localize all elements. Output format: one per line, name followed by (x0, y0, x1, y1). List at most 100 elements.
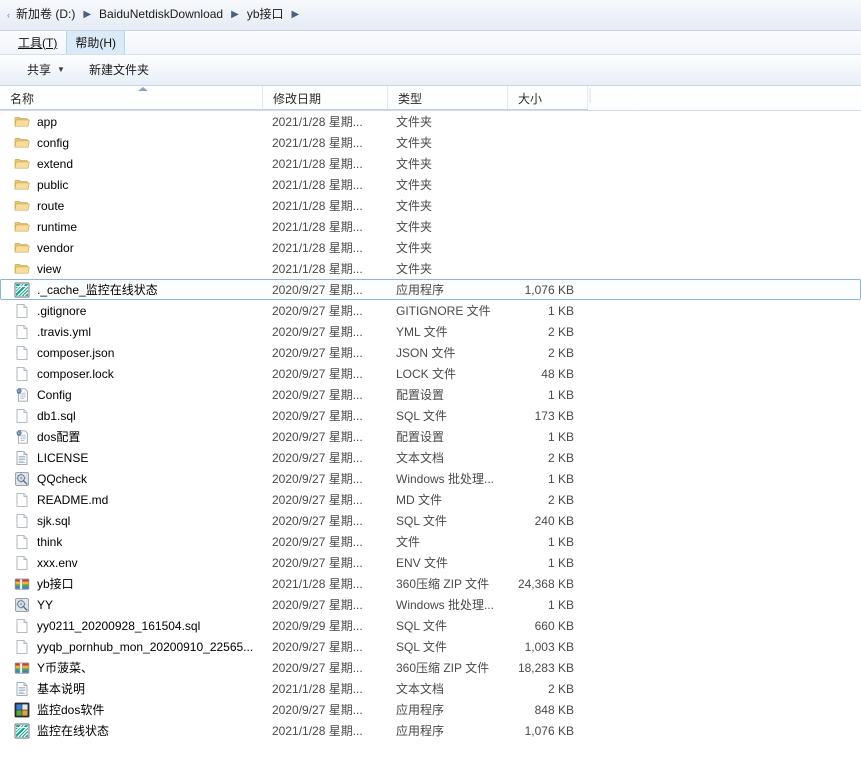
menu-item-help[interactable]: 帮助(H) (66, 31, 125, 54)
file-row[interactable]: extend2021/1/28 星期...文件夹 (0, 153, 861, 174)
file-size-cell (508, 153, 580, 174)
file-date-modified-cell: 2020/9/27 星期... (272, 699, 388, 720)
file-type-cell: 文件夹 (396, 258, 508, 279)
file-row[interactable]: dos配置2020/9/27 星期...配置设置1 KB (0, 426, 861, 447)
file-row[interactable]: composer.lock2020/9/27 星期...LOCK 文件48 KB (0, 363, 861, 384)
file-name-label: QQcheck (37, 472, 87, 486)
breadcrumb-item-baidunetdiskdownload[interactable]: BaiduNetdiskDownload (94, 5, 228, 25)
file-name-cell[interactable]: sjk.sql (0, 510, 263, 531)
file-name-cell[interactable]: dos配置 (0, 426, 263, 447)
file-row[interactable]: think2020/9/27 星期...文件1 KB (0, 531, 861, 552)
file-name-cell[interactable]: Y币菠菜、 (0, 657, 263, 678)
file-date-modified-cell: 2020/9/27 星期... (272, 657, 388, 678)
file-type-cell: 文件夹 (396, 153, 508, 174)
file-name-cell[interactable]: ._cache_监控在线状态 (0, 280, 263, 299)
file-row[interactable]: route2021/1/28 星期...文件夹 (0, 195, 861, 216)
file-row[interactable]: view 2021/1/28 星期... 文件夹 (0, 258, 861, 279)
new-folder-button[interactable]: 新建文件夹 (82, 60, 156, 81)
file-name-cell[interactable]: 监控dos软件 (0, 699, 263, 720)
file-name-cell[interactable]: .travis.yml (0, 321, 263, 342)
file-name-cell[interactable]: YY (0, 594, 263, 615)
file-row[interactable]: 监控在线状态2021/1/28 星期...应用程序1,076 KB (0, 720, 861, 741)
file-name-cell[interactable]: yb接口 (0, 573, 263, 594)
file-row[interactable]: YY2020/9/27 星期...Windows 批处理...1 KB (0, 594, 861, 615)
file-name-cell[interactable]: vendor (0, 237, 263, 258)
menu-item-tools[interactable]: 工具(T) (9, 31, 66, 54)
app-teal-icon (14, 282, 30, 298)
file-size-cell (508, 258, 580, 279)
file-name-cell[interactable]: 监控在线状态 (0, 720, 263, 741)
file-name-cell[interactable]: think (0, 531, 263, 552)
file-name-cell[interactable]: composer.lock (0, 363, 263, 384)
file-type-cell: SQL 文件 (396, 405, 508, 426)
breadcrumb-chevron-right-icon-3[interactable]: ▶ (289, 8, 303, 22)
column-header-name[interactable]: 名称 (0, 86, 263, 110)
file-row[interactable]: sjk.sql2020/9/27 星期...SQL 文件240 KB (0, 510, 861, 531)
file-row[interactable]: yy0211_20200928_161504.sql2020/9/29 星期..… (0, 615, 861, 636)
file-row[interactable]: xxx.env2020/9/27 星期...ENV 文件1 KB (0, 552, 861, 573)
file-size-cell: 2 KB (508, 447, 580, 468)
file-date-modified-cell: 2021/1/28 星期... (272, 573, 388, 594)
file-row[interactable]: vendor2021/1/28 星期...文件夹 (0, 237, 861, 258)
address-bar[interactable]: ‹ 新加卷 (D:) ▶ BaiduNetdiskDownload ▶ yb接口… (0, 0, 861, 31)
file-name-cell[interactable]: Config (0, 384, 263, 405)
file-date-modified-cell: 2021/1/28 星期... (272, 258, 388, 279)
breadcrumb-overflow-chevron-icon[interactable]: ‹ (1, 11, 10, 20)
file-row[interactable]: config2021/1/28 星期...文件夹 (0, 132, 861, 153)
file-type-cell: 应用程序 (396, 280, 508, 299)
file-name-label: README.md (37, 493, 108, 507)
file-name-cell[interactable]: yyqb_pornhub_mon_20200910_22565... (0, 636, 263, 657)
file-name-cell[interactable]: xxx.env (0, 552, 263, 573)
explorer-window: ‹ 新加卷 (D:) ▶ BaiduNetdiskDownload ▶ yb接口… (0, 0, 861, 770)
file-type-cell: SQL 文件 (396, 510, 508, 531)
share-button[interactable]: 共享 ▼ (20, 60, 72, 81)
file-name-cell[interactable]: LICENSE (0, 447, 263, 468)
file-row[interactable]: .gitignore2020/9/27 星期...GITIGNORE 文件1 K… (0, 300, 861, 321)
file-name-cell[interactable]: runtime (0, 216, 263, 237)
file-name-cell[interactable]: 基本说明 (0, 678, 263, 699)
file-row[interactable]: yyqb_pornhub_mon_20200910_22565...2020/9… (0, 636, 861, 657)
file-name-cell[interactable]: QQcheck (0, 468, 263, 489)
file-row[interactable]: Y币菠菜、2020/9/27 星期...360压缩 ZIP 文件18,283 K… (0, 657, 861, 678)
file-name-cell[interactable]: route (0, 195, 263, 216)
breadcrumb-chevron-right-icon-1[interactable]: ▶ (80, 8, 94, 22)
file-list[interactable]: app2021/1/28 星期...文件夹config2021/1/28 星期.… (0, 111, 861, 741)
column-header-size[interactable]: 大小 (508, 86, 588, 110)
file-row[interactable]: yb接口2021/1/28 星期...360压缩 ZIP 文件24,368 KB (0, 573, 861, 594)
file-row[interactable]: runtime2021/1/28 星期...文件夹 (0, 216, 861, 237)
file-name-cell[interactable]: yy0211_20200928_161504.sql (0, 615, 263, 636)
file-date-modified-cell: 2020/9/27 星期... (272, 300, 388, 321)
breadcrumb-chevron-right-icon-2[interactable]: ▶ (228, 8, 242, 22)
file-name-cell[interactable]: config (0, 132, 263, 153)
file-name-cell[interactable]: composer.json (0, 342, 263, 363)
file-row[interactable]: README.md2020/9/27 星期...MD 文件2 KB (0, 489, 861, 510)
column-header-date-modified[interactable]: 修改日期 (263, 86, 388, 110)
file-name-label: xxx.env (37, 556, 78, 570)
file-name-cell[interactable]: view (0, 258, 263, 279)
file-name-cell[interactable]: public (0, 174, 263, 195)
breadcrumb-item-drive[interactable]: 新加卷 (D:) (11, 5, 80, 25)
file-row[interactable]: LICENSE2020/9/27 星期...文本文档2 KB (0, 447, 861, 468)
text-document-icon (14, 450, 30, 466)
file-type-cell: GITIGNORE 文件 (396, 300, 508, 321)
file-type-cell: MD 文件 (396, 489, 508, 510)
file-name-label: public (37, 178, 68, 192)
file-date-modified-cell: 2020/9/27 星期... (272, 342, 388, 363)
file-row-selected[interactable]: ._cache_监控在线状态2020/9/27 星期...应用程序1,076 K… (0, 279, 861, 300)
file-name-cell[interactable]: README.md (0, 489, 263, 510)
breadcrumb-item-current-folder[interactable]: yb接口 (242, 5, 289, 25)
file-name-cell[interactable]: db1.sql (0, 405, 263, 426)
file-row[interactable]: public2021/1/28 星期...文件夹 (0, 174, 861, 195)
column-header-type[interactable]: 类型 (388, 86, 508, 110)
file-name-cell[interactable]: app (0, 111, 263, 132)
file-row[interactable]: 基本说明2021/1/28 星期...文本文档2 KB (0, 678, 861, 699)
file-row[interactable]: db1.sql2020/9/27 星期...SQL 文件173 KB (0, 405, 861, 426)
file-row[interactable]: QQcheck2020/9/27 星期...Windows 批处理...1 KB (0, 468, 861, 489)
file-row[interactable]: Config2020/9/27 星期...配置设置1 KB (0, 384, 861, 405)
file-row[interactable]: 监控dos软件2020/9/27 星期...应用程序848 KB (0, 699, 861, 720)
file-row[interactable]: app2021/1/28 星期...文件夹 (0, 111, 861, 132)
file-row[interactable]: composer.json2020/9/27 星期...JSON 文件2 KB (0, 342, 861, 363)
file-name-cell[interactable]: .gitignore (0, 300, 263, 321)
file-row[interactable]: .travis.yml2020/9/27 星期...YML 文件2 KB (0, 321, 861, 342)
file-name-cell[interactable]: extend (0, 153, 263, 174)
